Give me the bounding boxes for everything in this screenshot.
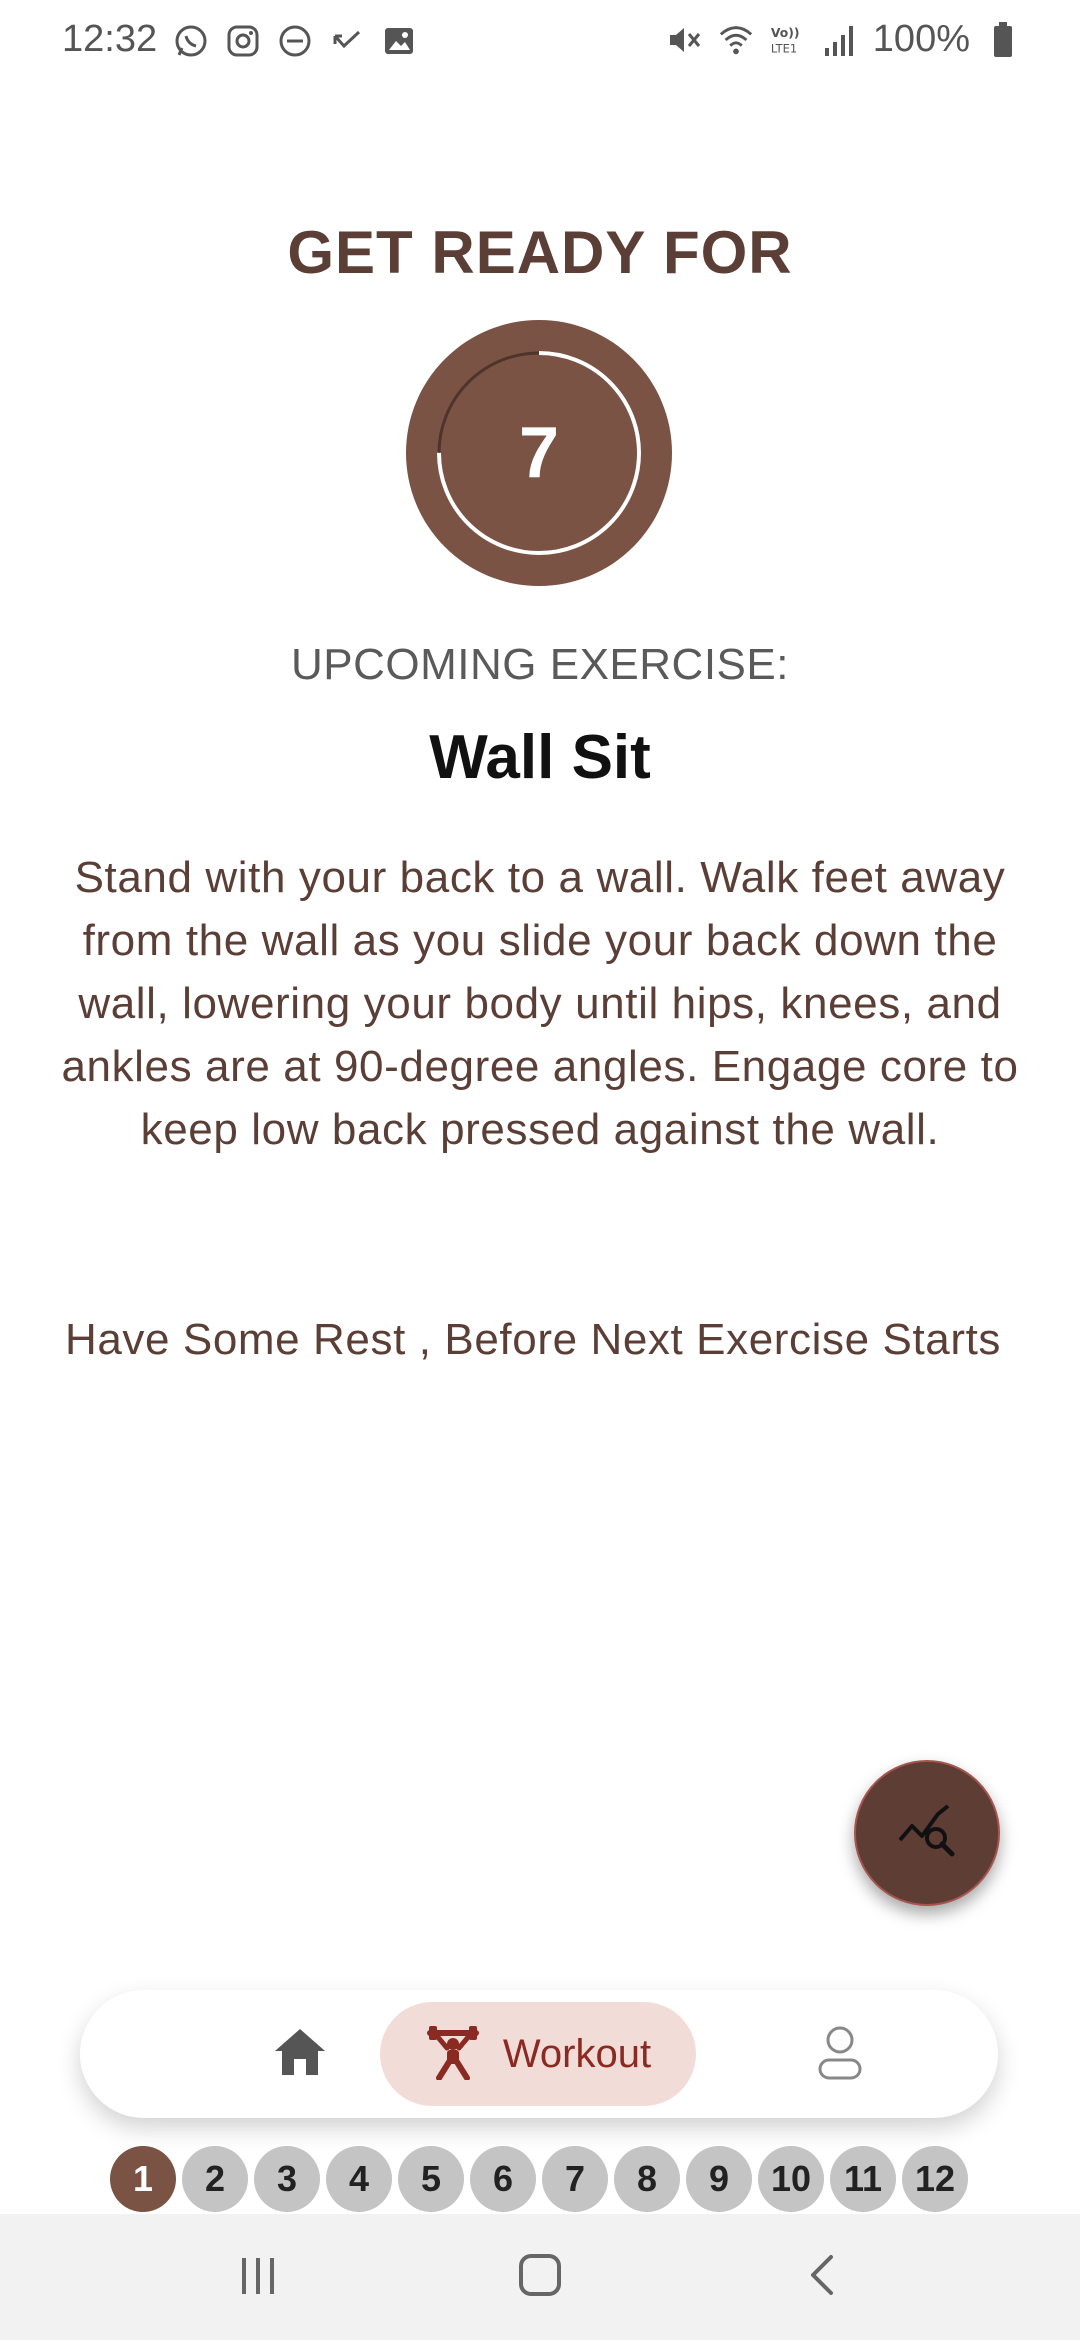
step-indicator: 11: [830, 2146, 896, 2212]
image-icon: [380, 22, 418, 60]
back-button[interactable]: [782, 2244, 862, 2310]
nav-profile-button[interactable]: [810, 2022, 870, 2086]
system-status-icons: Vo)) LTE1 100%: [665, 18, 1022, 61]
step-indicator: 5: [398, 2146, 464, 2212]
step-indicator: 3: [254, 2146, 320, 2212]
page-title: GET READY FOR: [287, 219, 793, 286]
exercise-name: Wall Sit: [429, 723, 651, 792]
nav-home-button[interactable]: [270, 2024, 330, 2084]
signal-icon: [821, 21, 859, 59]
bottom-navigation: Workout: [80, 1990, 998, 2118]
nav-workout-tab[interactable]: Workout: [380, 2002, 696, 2106]
status-bar: 12:32 Vo)) LTE1 100%: [0, 0, 1080, 86]
svg-text:LTE1: LTE1: [771, 41, 797, 55]
svg-text:Vo)): Vo)): [771, 26, 800, 40]
step-indicator: 2: [182, 2146, 248, 2212]
progress-analytics-button[interactable]: [854, 1760, 1000, 1906]
whatsapp-icon: [172, 22, 210, 60]
recent-apps-button[interactable]: [218, 2244, 298, 2310]
upcoming-exercise-label: UPCOMING EXERCISE:: [291, 640, 789, 689]
chart-search-icon: [896, 1800, 958, 1867]
weightlifter-icon: [425, 2024, 481, 2085]
person-icon: [816, 2024, 864, 2085]
step-indicator: 10: [758, 2146, 824, 2212]
home-icon: [273, 2027, 327, 2082]
do-not-disturb-icon: [276, 22, 314, 60]
status-time: 12:32: [62, 18, 158, 60]
step-indicator: 4: [326, 2146, 392, 2212]
exercise-description: Stand with your back to a wall. Walk fee…: [61, 853, 1019, 1154]
system-navigation-bar: [0, 2214, 1080, 2340]
step-indicator: 7: [542, 2146, 608, 2212]
rest-note: Have Some Rest , Before Next Exercise St…: [64, 1315, 1002, 1364]
home-square-icon: [517, 2252, 563, 2303]
instagram-icon: [224, 22, 262, 60]
step-indicator: 12: [902, 2146, 968, 2212]
missed-call-icon: [328, 22, 366, 60]
step-indicator: 9: [686, 2146, 752, 2212]
exercise-step-indicator: 1 2 3 4 5 6 7 8 9 10 11 12: [110, 2146, 968, 2212]
battery-icon: [984, 21, 1022, 59]
mute-icon: [665, 21, 703, 59]
step-indicator: 6: [470, 2146, 536, 2212]
recent-apps-icon: [236, 2254, 280, 2301]
countdown-timer: 7: [406, 320, 672, 586]
battery-percent: 100%: [872, 18, 970, 60]
volte-icon: Vo)) LTE1: [769, 21, 807, 59]
nav-workout-label: Workout: [502, 2031, 652, 2076]
notification-icons: [172, 22, 418, 60]
wifi-icon: [717, 21, 755, 59]
back-chevron-icon: [805, 2253, 839, 2302]
home-system-button[interactable]: [500, 2244, 580, 2310]
timer-value: 7: [518, 413, 560, 493]
step-indicator: 8: [614, 2146, 680, 2212]
step-indicator: 1: [110, 2146, 176, 2212]
